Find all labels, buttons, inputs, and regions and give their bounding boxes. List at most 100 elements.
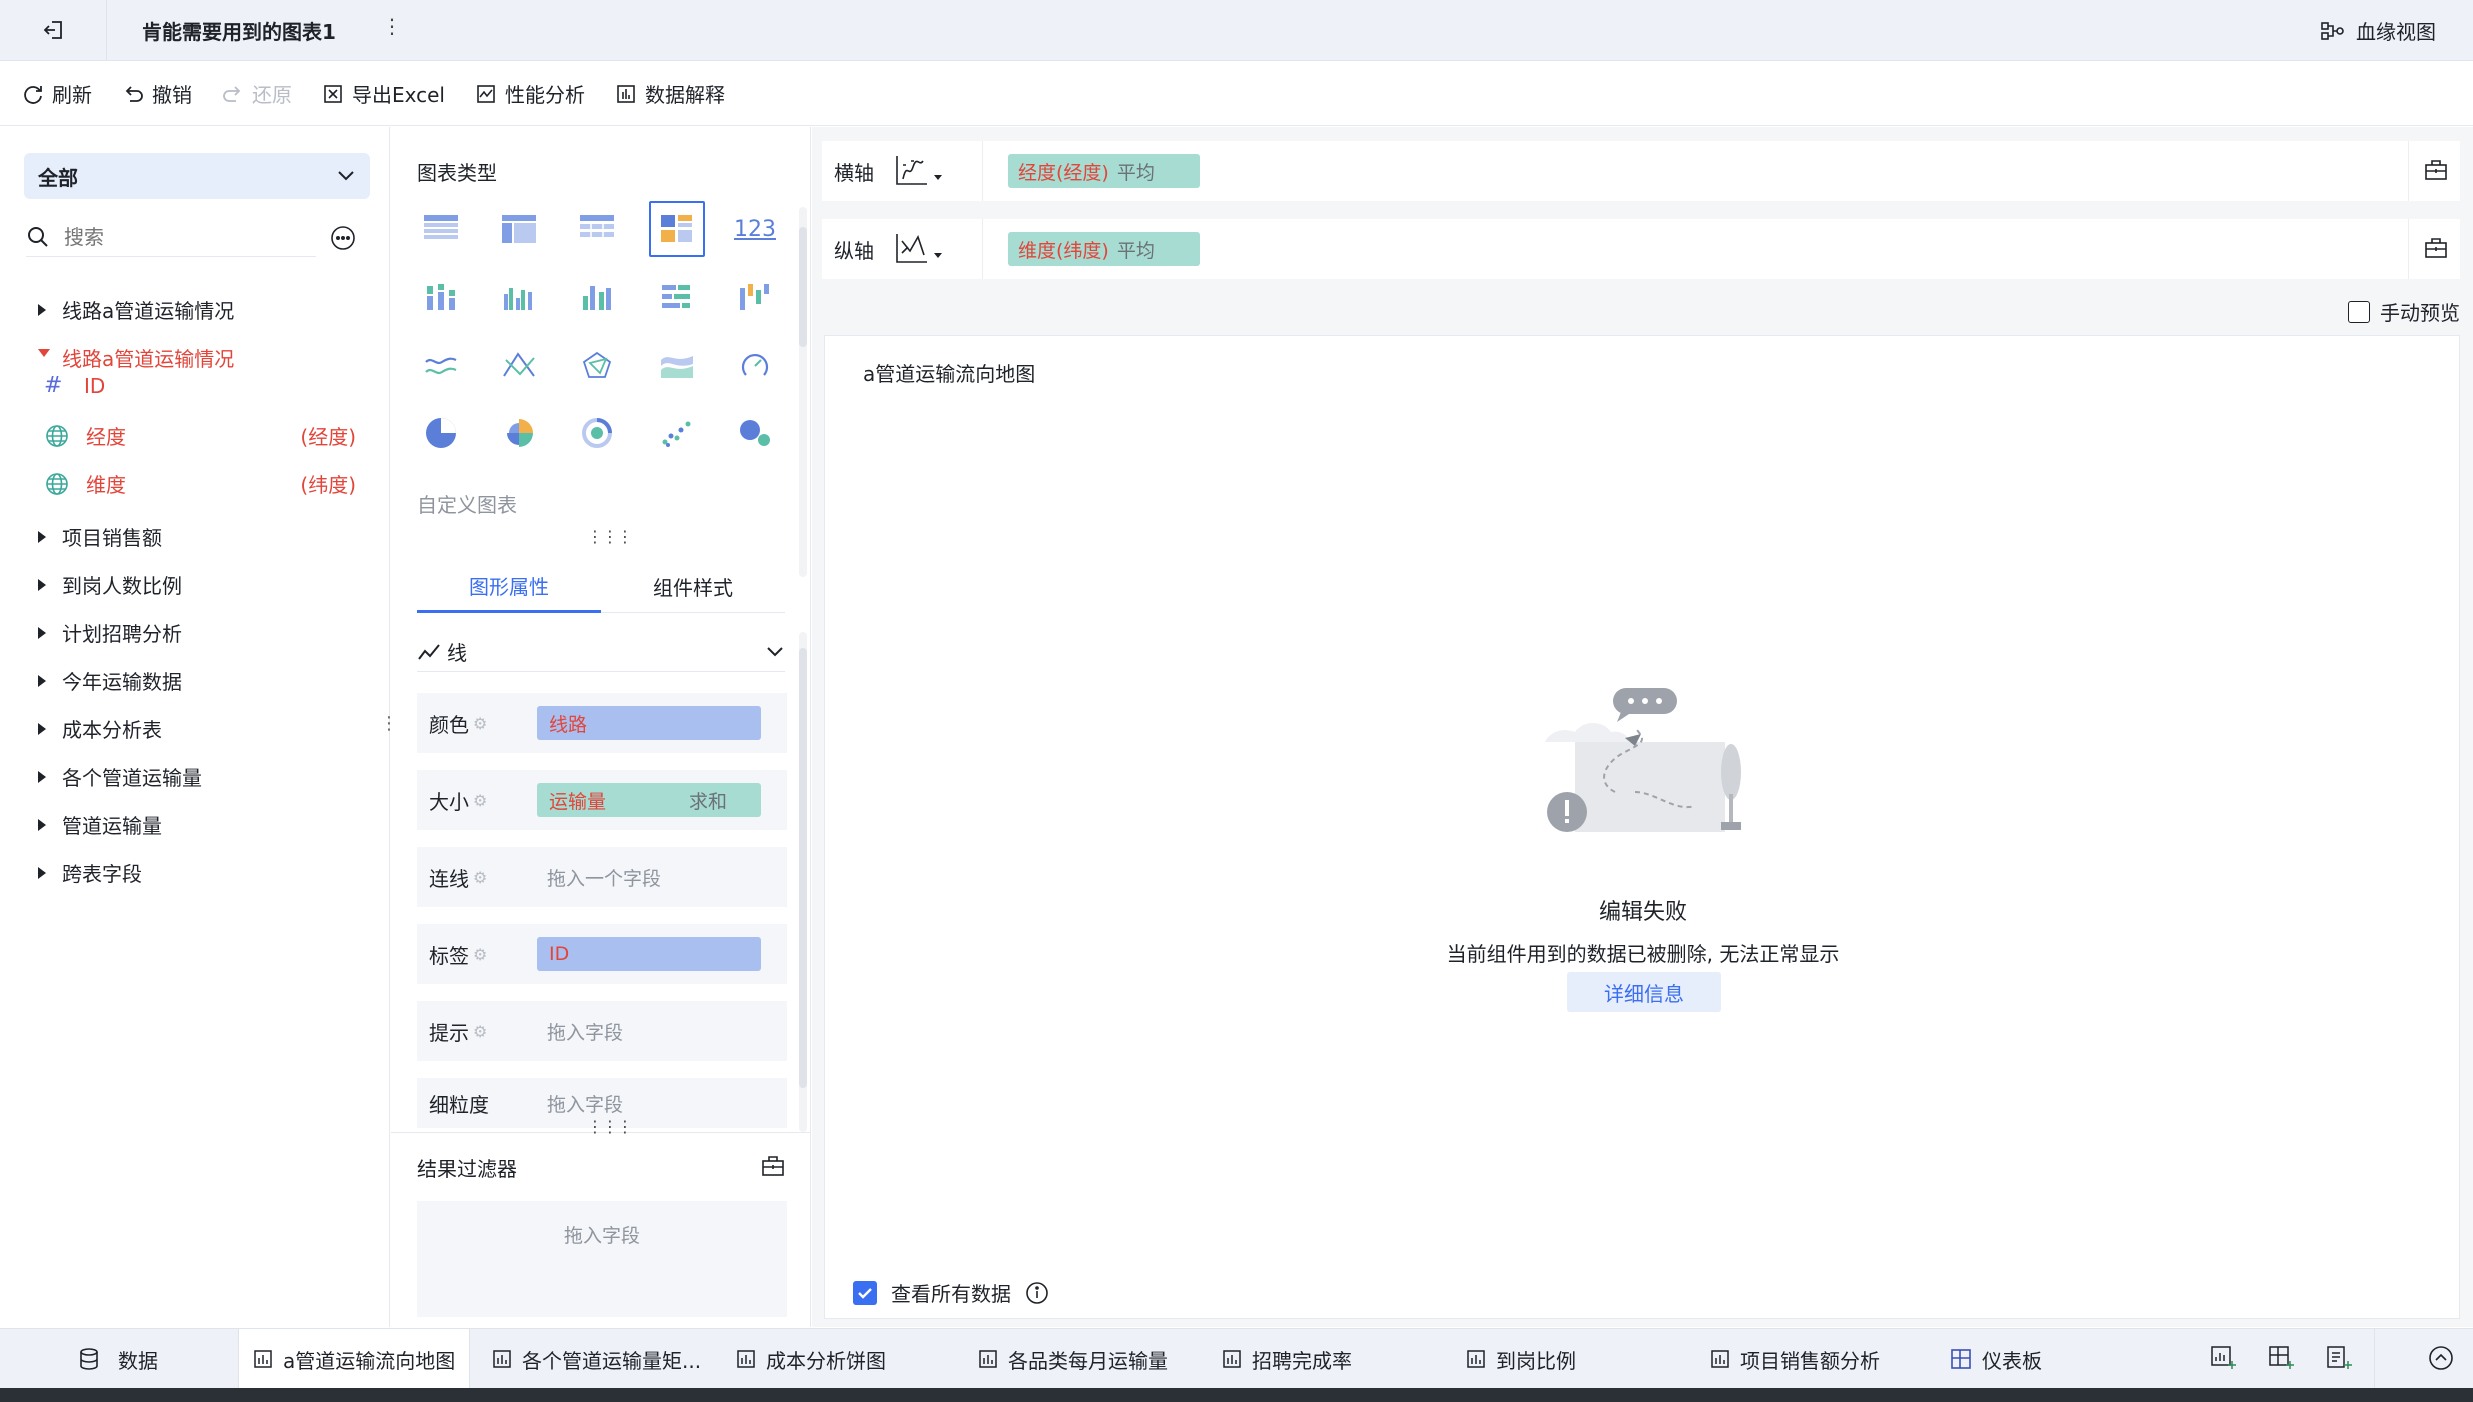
settings-icon[interactable]: ⚙ [473,791,487,810]
area-chart-icon[interactable] [649,337,705,393]
tab-component-style[interactable]: 组件样式 [601,561,785,613]
more-icon[interactable]: ⋮ [382,14,402,38]
gauge-chart-icon[interactable] [727,337,783,393]
bar-chart-icon[interactable] [649,269,705,325]
lineage-view-button[interactable]: 血缘视图 [2320,16,2436,45]
tree-item[interactable]: 线路a管道运输情况 [38,295,234,324]
search-input[interactable] [64,224,284,249]
y-axis-shelf[interactable]: 纵轴 维度(纬度) 平均 [822,219,2460,279]
kpi-number-icon[interactable]: 123 [727,201,783,257]
tree-item-expanded[interactable]: 线路a管道运输情况 [38,343,234,372]
redo-button[interactable]: 还原 [222,79,292,108]
perf-analysis-button[interactable]: 性能分析 [475,79,585,108]
prop-color[interactable]: 颜色 ⚙ 线路 [417,693,787,753]
x-axis-settings-icon[interactable] [2424,159,2448,181]
tab-graphic-props[interactable]: 图形属性 [417,561,601,613]
canvas-panel: 横轴 经度(经度) 平均 纵轴 维度(纬度) 平均 手动预览 a管道运输流向地图… [812,127,2473,1327]
view-all-data-toggle[interactable]: 查看所有数据 [853,1278,1049,1307]
chart-sheet-icon [737,1350,755,1368]
crosstab-chart-icon[interactable] [491,201,547,257]
line-mark-icon [418,643,440,660]
custom-chart-link[interactable]: 自定义图表 [417,489,517,518]
table-chart-icon[interactable] [413,201,469,257]
tab-sheet[interactable]: 成本分析饼图 [736,1329,886,1389]
tab-sheet[interactable]: 各个管道运输量矩... [492,1329,701,1389]
undo-button[interactable]: 撤销 [122,79,192,108]
splitter-handle[interactable]: ⋮⋮⋮ [587,527,633,546]
tab-data[interactable]: 数据 [78,1329,158,1389]
prop-line[interactable]: 连线 ⚙ 拖入一个字段 [417,847,787,907]
tab-sheet[interactable]: 项目销售额分析 [1710,1329,1880,1389]
tree-item[interactable]: 成本分析表 [38,714,162,743]
filter-drop-zone[interactable]: 拖入字段 [417,1201,787,1317]
tree-item[interactable]: 项目销售额 [38,522,162,551]
mark-type-select[interactable]: 线 [417,632,785,672]
detail-table-icon[interactable] [569,201,625,257]
donut-chart-icon[interactable] [569,405,625,461]
pill-aggregation: 平均 [1116,239,1155,262]
field-longitude[interactable]: 经度 (经度) [44,421,356,450]
rose-pie-icon[interactable] [491,405,547,461]
tree-item[interactable]: 各个管道运输量 [38,762,202,791]
waterfall-chart-icon[interactable] [727,269,783,325]
scope-select[interactable]: 全部 [24,153,370,199]
y-axis-settings-icon[interactable] [2424,237,2448,259]
tree-item[interactable]: 今年运输数据 [38,666,182,695]
collapse-up-icon[interactable] [2428,1345,2454,1371]
y-axis-field-pill[interactable]: 维度(纬度) 平均 [1008,232,1200,266]
add-dashboard-icon[interactable] [2268,1345,2294,1371]
settings-icon[interactable]: ⚙ [473,1022,487,1041]
prop-label-field[interactable]: 标签 ⚙ ID [417,924,787,984]
tab-sheet-active[interactable]: a管道运输流向地图 [238,1329,471,1389]
prop-tooltip[interactable]: 提示 ⚙ 拖入字段 [417,1001,787,1061]
summary-chart-icon-selected[interactable] [649,201,705,257]
label-field-pill[interactable]: ID [537,937,761,971]
settings-icon[interactable]: ⚙ [473,868,487,887]
scatter-chart-icon[interactable] [649,405,705,461]
line-chart-icon[interactable] [413,337,469,393]
settings-icon[interactable]: ⚙ [473,714,487,733]
tree-item[interactable]: 到岗人数比例 [38,570,182,599]
checkbox-checked[interactable] [853,1280,877,1305]
pie-chart-icon[interactable] [413,405,469,461]
props-scrollbar[interactable] [799,632,807,1132]
multi-bar-icon[interactable] [491,269,547,325]
x-axis-field-pill[interactable]: 经度(经度) 平均 [1008,154,1200,188]
refresh-button[interactable]: 刷新 [22,79,92,108]
prop-size[interactable]: 大小 ⚙ 运输量 求和 [417,770,787,830]
settings-icon[interactable]: ⚙ [473,945,487,964]
field-name: 维度 [86,473,126,497]
tree-item[interactable]: 管道运输量 [38,810,162,839]
add-story-icon[interactable] [2326,1345,2352,1371]
column-chart-icon[interactable] [569,269,625,325]
field-latitude[interactable]: 维度 (纬度) [44,469,356,498]
tab-sheet[interactable]: 各品类每月运输量 [978,1329,1168,1389]
color-field-pill[interactable]: 线路 [537,706,761,740]
detail-info-button[interactable]: 详细信息 [1567,972,1721,1012]
data-explain-button[interactable]: 数据解释 [615,79,725,108]
back-icon[interactable] [40,16,68,44]
radar-chart-icon[interactable] [569,337,625,393]
search-box[interactable] [26,217,316,257]
y-axis-mode-icon[interactable] [894,231,942,267]
bubble-chart-icon[interactable] [727,405,783,461]
manual-preview-toggle[interactable]: 手动预览 [2348,297,2460,326]
tree-item[interactable]: 计划招聘分析 [38,618,182,647]
more-options-icon[interactable] [330,225,356,251]
checkbox[interactable] [2348,300,2370,323]
export-excel-button[interactable]: 导出Excel [322,79,445,108]
tab-sheet[interactable]: 招聘完成率 [1222,1329,1352,1389]
x-axis-shelf[interactable]: 横轴 经度(经度) 平均 [822,141,2460,201]
splitter-handle[interactable]: ⋮⋮⋮ [587,1117,633,1136]
tab-dashboard[interactable]: 仪表板 [1950,1329,2042,1389]
x-axis-mode-icon[interactable] [894,153,942,189]
add-sheet-icon[interactable] [2210,1345,2236,1371]
filter-settings-icon[interactable] [761,1155,785,1177]
radar-line-icon[interactable] [491,337,547,393]
field-id[interactable]: # ID [44,373,105,398]
tree-item[interactable]: 跨表字段 [38,858,142,887]
size-field-pill[interactable]: 运输量 求和 [537,783,761,817]
tab-sheet[interactable]: 到岗比例 [1466,1329,1576,1389]
stacked-bar-icon[interactable] [413,269,469,325]
chart-grid-scrollbar[interactable] [799,207,807,577]
